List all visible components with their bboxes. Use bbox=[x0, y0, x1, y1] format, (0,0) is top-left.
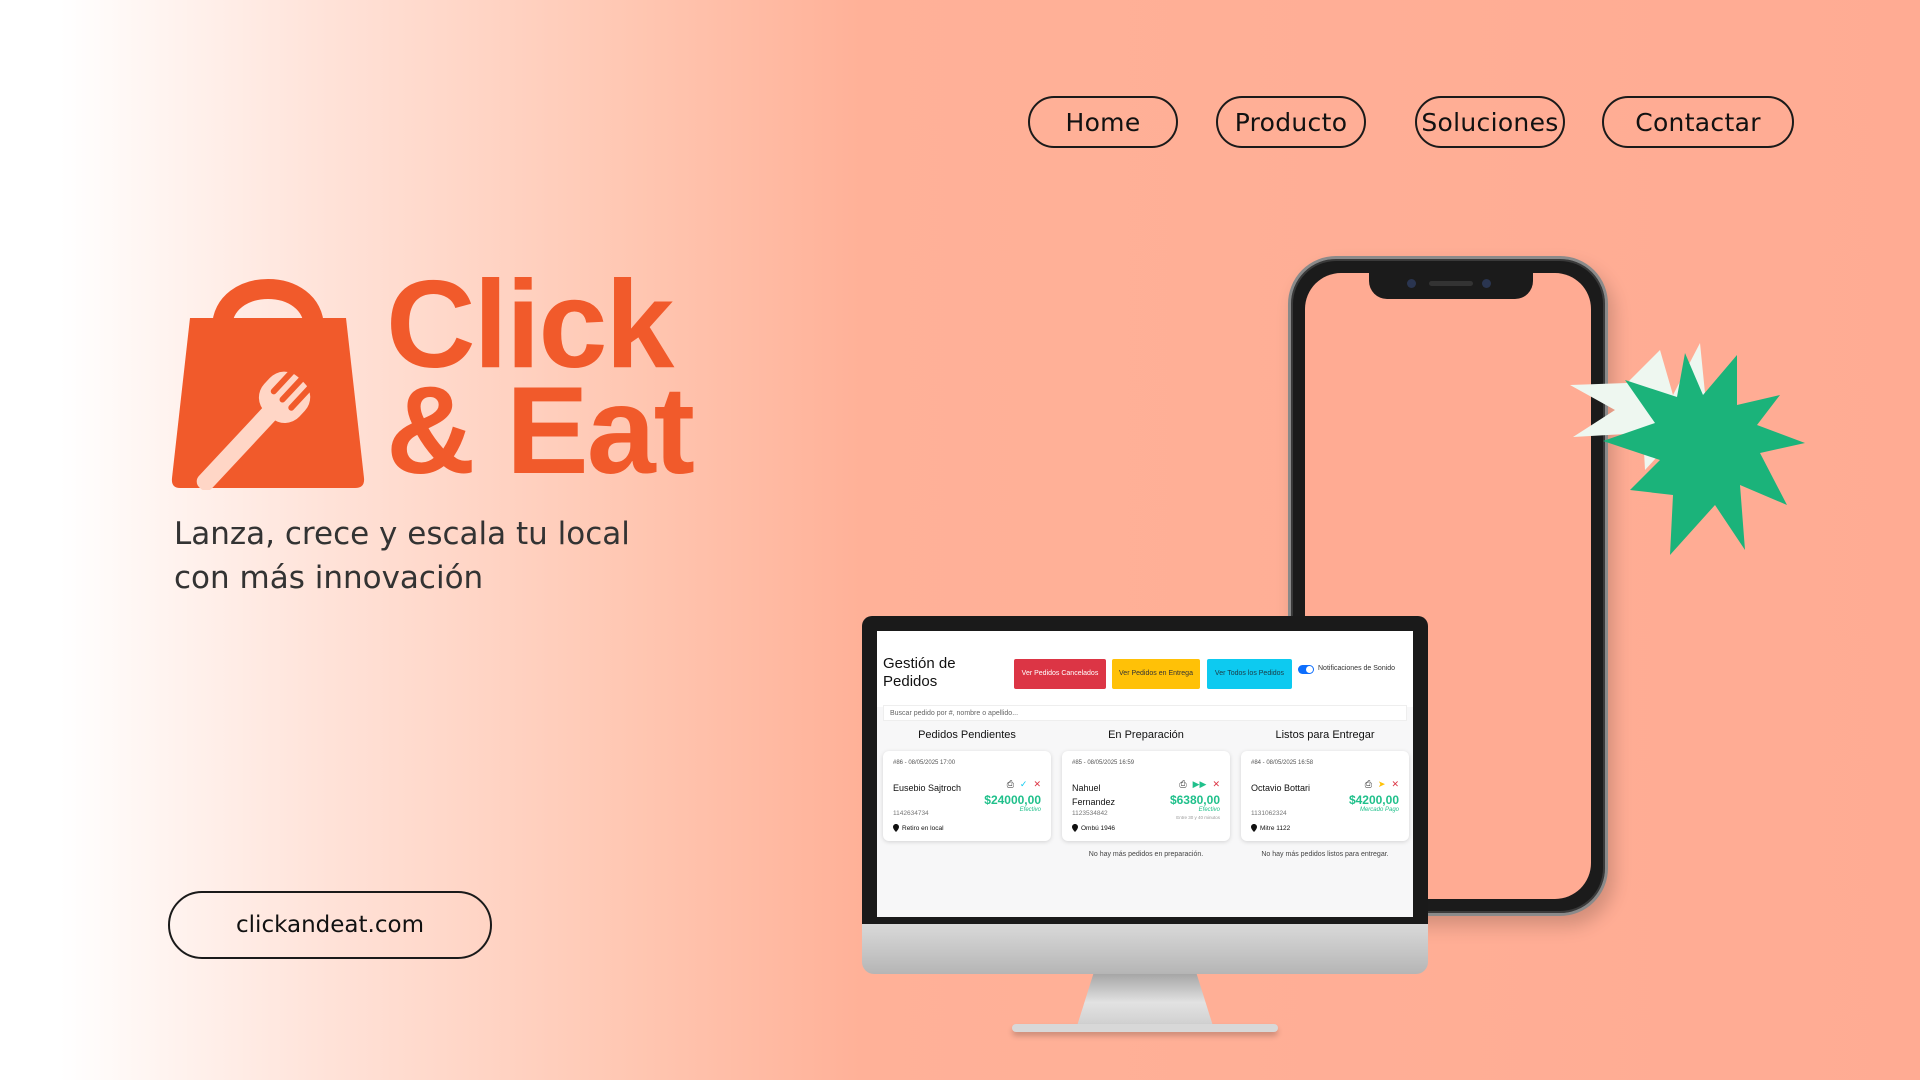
view-all-button[interactable]: Ver Todos los Pedidos bbox=[1207, 659, 1292, 689]
location-text: Mitre 1122 bbox=[1260, 824, 1291, 832]
empty-column-note: No hay más pedidos listos para entregar. bbox=[1261, 851, 1389, 858]
order-amount: $4200,00 bbox=[1348, 793, 1399, 807]
order-header: #85 - 08/05/2025 16:59 bbox=[1072, 760, 1135, 766]
speaker-grille bbox=[1429, 281, 1473, 286]
app-header: Gestión de Pedidos Ver Pedidos Cancelado… bbox=[877, 631, 1413, 707]
tagline: Lanza, crece y escala tu local con más i… bbox=[174, 516, 630, 596]
nav-soluciones-button[interactable]: Soluciones bbox=[1415, 96, 1565, 148]
order-amount: $24000,00 bbox=[984, 793, 1041, 807]
location-pin-icon bbox=[1072, 824, 1078, 832]
location-text: Ombú 1946 bbox=[1081, 824, 1115, 832]
sound-notification-toggle[interactable] bbox=[1298, 665, 1314, 674]
print-icon[interactable]: ⎙ bbox=[1365, 779, 1372, 789]
column-title: En Preparación bbox=[1108, 729, 1184, 741]
location-pin-icon bbox=[1251, 824, 1257, 832]
nav-contactar-button[interactable]: Contactar bbox=[1602, 96, 1794, 148]
order-card[interactable]: #86 - 08/05/2025 17:00 Eusebio Sajtroch … bbox=[883, 751, 1051, 841]
view-delivery-button[interactable]: Ver Pedidos en Entrega bbox=[1112, 659, 1200, 689]
monitor-chin bbox=[862, 924, 1428, 974]
delivery-icon[interactable]: ➤ bbox=[1378, 779, 1386, 789]
order-app-screen: Gestión de Pedidos Ver Pedidos Cancelado… bbox=[877, 631, 1413, 917]
order-actions: ⎙ ▶▶ ✕ bbox=[1179, 779, 1220, 789]
brand-wordmark: Click & Eat bbox=[386, 263, 695, 500]
sound-notification-label: Notificaciones de Sonido bbox=[1318, 665, 1396, 672]
customer-phone: 1131062324 bbox=[1251, 810, 1287, 817]
camera-icon bbox=[1407, 279, 1416, 288]
customer-name: Eusebio Sajtroch bbox=[893, 783, 962, 793]
sensor-icon bbox=[1482, 279, 1491, 288]
eta-note: Entre 30 y 40 minutos bbox=[1176, 815, 1220, 820]
accept-icon[interactable]: ✓ bbox=[1020, 779, 1028, 789]
payment-method: Efectivo bbox=[1198, 807, 1220, 813]
top-nav: Home Producto Soluciones Contactar bbox=[0, 96, 1920, 148]
advance-icon[interactable]: ▶▶ bbox=[1193, 779, 1207, 789]
shopping-bag-fork-icon bbox=[171, 279, 365, 490]
view-cancelled-button[interactable]: Ver Pedidos Cancelados bbox=[1014, 659, 1106, 689]
cancel-icon[interactable]: ✕ bbox=[1033, 779, 1041, 789]
column-preparation: En Preparación #85 - 08/05/2025 16:59 Na… bbox=[1062, 729, 1230, 858]
cancel-icon[interactable]: ✕ bbox=[1391, 779, 1399, 789]
brand-line-2: & Eat bbox=[386, 362, 695, 500]
customer-phone: 1123534842 bbox=[1072, 810, 1108, 817]
location-text: Retiro en local bbox=[902, 824, 944, 832]
order-location: Mitre 1122 bbox=[1251, 824, 1290, 832]
customer-name: Octavio Bottari bbox=[1251, 783, 1311, 793]
customer-name: Nahuel Fernandez bbox=[1072, 783, 1116, 807]
monitor-mockup: Gestión de Pedidos Ver Pedidos Cancelado… bbox=[862, 616, 1428, 1032]
order-card[interactable]: #85 - 08/05/2025 16:59 Nahuel Fernandez … bbox=[1062, 751, 1230, 841]
order-actions: ⎙ ✓ ✕ bbox=[1007, 779, 1041, 789]
cancel-icon[interactable]: ✕ bbox=[1212, 779, 1220, 789]
nav-producto-button[interactable]: Producto bbox=[1216, 96, 1366, 148]
column-title: Listos para Entregar bbox=[1275, 729, 1375, 741]
column-title: Pedidos Pendientes bbox=[918, 729, 1016, 741]
website-link[interactable]: clickandeat.com bbox=[168, 891, 492, 959]
order-amount: $6380,00 bbox=[1169, 793, 1220, 807]
print-icon[interactable]: ⎙ bbox=[1179, 779, 1186, 789]
order-header: #86 - 08/05/2025 17:00 bbox=[893, 760, 956, 766]
column-pending: Pedidos Pendientes #86 - 08/05/2025 17:0… bbox=[883, 729, 1051, 841]
monitor-base bbox=[1012, 1024, 1278, 1032]
phone-notch bbox=[1369, 271, 1533, 299]
nav-home-button[interactable]: Home bbox=[1028, 96, 1178, 148]
app-title: Gestión de Pedidos bbox=[883, 655, 956, 690]
print-icon[interactable]: ⎙ bbox=[1007, 779, 1014, 789]
order-search-input[interactable]: Buscar pedido por #, nombre o apellido..… bbox=[883, 705, 1407, 721]
empty-column-note: No hay más pedidos en preparación. bbox=[1088, 851, 1204, 858]
payment-method: Efectivo bbox=[1019, 807, 1041, 813]
column-ready: Listos para Entregar #84 - 08/05/2025 16… bbox=[1241, 729, 1409, 858]
order-location: Retiro en local bbox=[893, 824, 944, 832]
monitor-stand bbox=[1077, 974, 1213, 1026]
customer-phone: 1142634734 bbox=[893, 810, 929, 817]
order-card[interactable]: #84 - 08/05/2025 16:58 Octavio Bottari 1… bbox=[1241, 751, 1409, 841]
order-actions: ⎙ ➤ ✕ bbox=[1365, 779, 1399, 789]
order-header: #84 - 08/05/2025 16:58 bbox=[1251, 760, 1314, 766]
location-pin-icon bbox=[893, 824, 899, 832]
order-location: Ombú 1946 bbox=[1072, 824, 1115, 832]
payment-method: Mercado Pago bbox=[1359, 807, 1399, 813]
starburst-decoration bbox=[1570, 343, 1805, 555]
